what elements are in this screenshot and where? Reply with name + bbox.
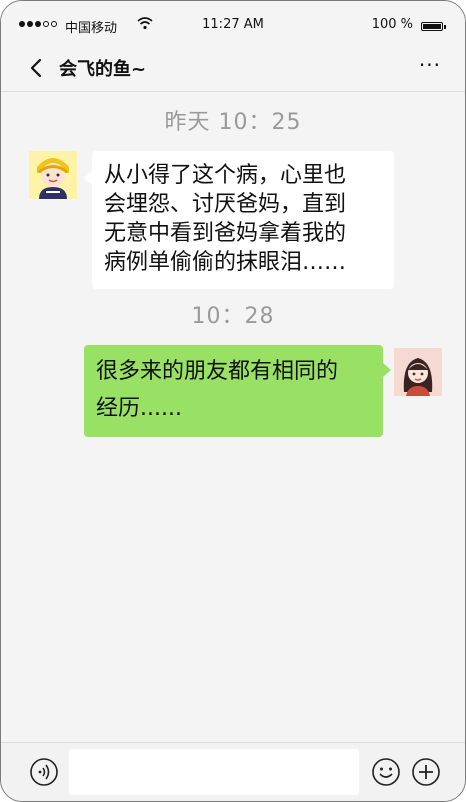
battery-icon — [421, 22, 446, 31]
more-icon[interactable]: ··· — [419, 53, 441, 77]
input-bar — [1, 742, 465, 801]
message-text-line: 经历...... — [96, 396, 182, 421]
chevron-left-icon[interactable] — [27, 57, 47, 79]
message-timestamp: 10：28 — [191, 304, 275, 329]
message-timestamp: 昨天 10：25 — [164, 110, 302, 135]
emoji-icon[interactable] — [371, 757, 401, 787]
user-avatar[interactable] — [394, 348, 442, 396]
message-text-line: 从小得了这个病，心里也 — [104, 163, 347, 188]
message-text-line: 病例单偷偷的抹眼泪…… — [104, 250, 347, 275]
chat-title: 会飞的鱼~ — [59, 59, 147, 80]
plus-icon[interactable] — [411, 757, 441, 787]
message-text-line: 无意中看到爸妈拿着我的 — [104, 221, 347, 246]
status-bar: 中国移动 11:27 AM 100 % — [1, 1, 465, 45]
contact-avatar[interactable] — [29, 151, 77, 199]
outgoing-message-bubble[interactable]: 很多来的朋友都有相同的 经历...... — [84, 345, 391, 437]
message-input[interactable] — [69, 749, 359, 795]
phone-frame: 中国移动 11:27 AM 100 % 会飞的鱼~ ··· 昨天 10：25 从… — [0, 0, 466, 802]
chat-header: 会飞的鱼~ ··· — [1, 45, 465, 92]
battery-percentage: 100 % — [371, 17, 413, 32]
message-text-line: 会埋怨、讨厌爸妈，直到 — [104, 192, 347, 217]
incoming-message-bubble[interactable]: 从小得了这个病，心里也 会埋怨、讨厌爸妈，直到 无意中看到爸妈拿着我的 病例单偷… — [84, 151, 394, 289]
message-text-line: 很多来的朋友都有相同的 — [96, 359, 339, 384]
voice-icon[interactable] — [29, 757, 59, 787]
